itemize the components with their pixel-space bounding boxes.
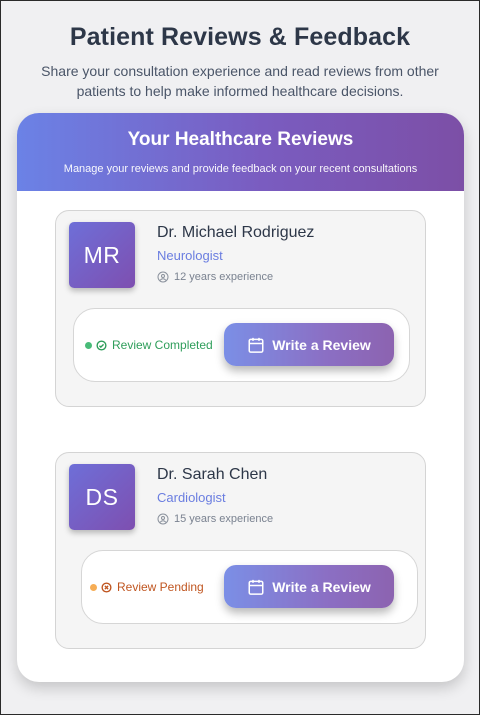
doctor-experience: 12 years experience (157, 271, 273, 283)
doctor-card: MR Dr. Michael Rodriguez Neurologist 12 … (55, 210, 426, 407)
doctor-name: Dr. Sarah Chen (157, 466, 268, 483)
status-dot (90, 583, 97, 591)
write-review-button[interactable]: Write a Review (224, 323, 394, 366)
doctor-experience: 15 years experience (157, 513, 273, 525)
x-circle-icon (101, 581, 112, 593)
reviews-panel-title: Your Healthcare Reviews (127, 129, 354, 150)
reviews-panel-header: Your Healthcare Reviews Manage your revi… (17, 113, 464, 191)
review-action-box: Review Pending Write a Review (81, 550, 418, 624)
status-dot (85, 341, 92, 349)
review-action-box: Review Completed Write a Review (73, 308, 410, 382)
reviews-panel-subtitle: Manage your reviews and provide feedback… (63, 163, 418, 175)
avatar: MR (69, 222, 135, 288)
doctor-experience-text: 12 years experience (174, 271, 274, 283)
status-badge: Review Pending (90, 551, 204, 623)
doctor-name: Dr. Michael Rodriguez (157, 224, 315, 241)
calendar-icon (248, 579, 264, 595)
doctor-experience-text: 15 years experience (174, 513, 274, 525)
write-review-button[interactable]: Write a Review (224, 565, 394, 608)
page-title: Patient Reviews & Feedback (69, 23, 411, 51)
status-text: Review Completed (112, 338, 213, 352)
check-circle-icon (96, 339, 107, 351)
doctor-card: DS Dr. Sarah Chen Cardiologist 15 years … (55, 452, 426, 649)
status-text: Review Pending (117, 580, 204, 594)
calendar-icon (248, 337, 264, 353)
user-circle-icon (157, 513, 169, 525)
avatar: DS (69, 464, 135, 530)
write-review-label: Write a Review (272, 336, 371, 353)
page-header: Patient Reviews & Feedback Share your co… (1, 1, 479, 101)
page-subtitle: Share your consultation experience and r… (41, 63, 439, 99)
reviews-panel: Your Healthcare Reviews Manage your revi… (17, 113, 464, 682)
status-badge: Review Completed (85, 309, 213, 381)
doctor-specialty: Cardiologist (157, 490, 226, 505)
doctor-specialty: Neurologist (157, 248, 223, 263)
write-review-label: Write a Review (272, 578, 371, 595)
user-circle-icon (157, 271, 169, 283)
